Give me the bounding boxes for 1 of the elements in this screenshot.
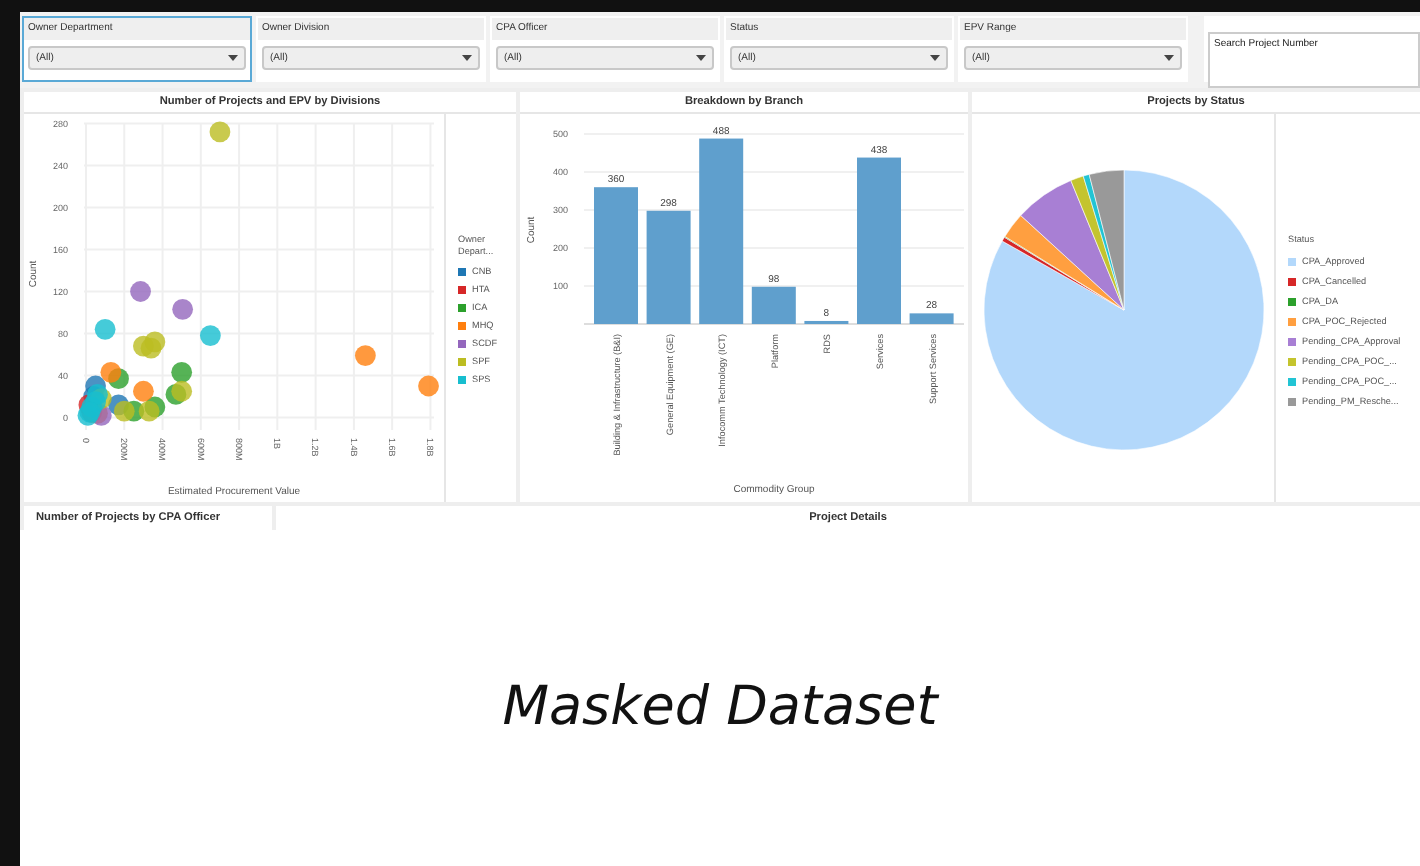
caption-text: Masked Dataset [502,676,938,742]
